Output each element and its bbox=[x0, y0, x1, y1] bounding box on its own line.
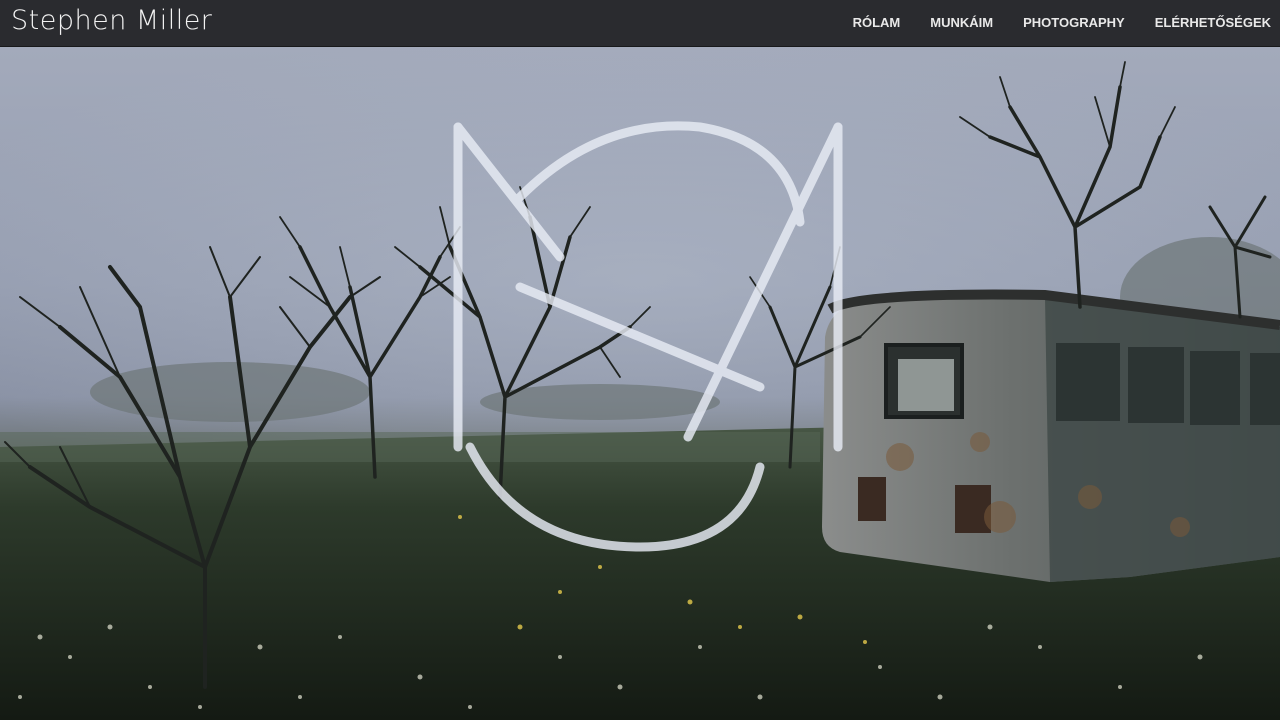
far-meadow bbox=[0, 432, 820, 462]
abandoned-trailer bbox=[822, 289, 1280, 582]
hero-photo bbox=[0, 47, 1280, 720]
hero-photo-illustration bbox=[0, 47, 1280, 720]
site-brand-link[interactable]: Stephen Miller bbox=[11, 3, 212, 39]
nav-item-photography[interactable]: PHOTOGRAPHY bbox=[1023, 0, 1125, 46]
main-nav: RÓLAM MUNKÁIM PHOTOGRAPHY ELÉRHETŐSÉGEK bbox=[853, 0, 1280, 46]
nav-item-munkaim[interactable]: MUNKÁIM bbox=[930, 0, 993, 46]
nav-item-elerhetosegek[interactable]: ELÉRHETŐSÉGEK bbox=[1155, 0, 1271, 46]
top-navbar: Stephen Miller RÓLAM MUNKÁIM PHOTOGRAPHY… bbox=[0, 0, 1280, 47]
nav-item-rolam[interactable]: RÓLAM bbox=[853, 0, 901, 46]
